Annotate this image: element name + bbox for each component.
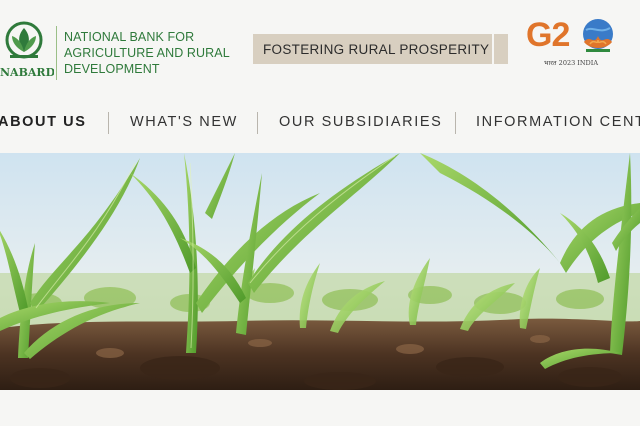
nav-item-about-us[interactable]: ABOUT US xyxy=(0,114,87,130)
nav-divider xyxy=(257,112,258,134)
page-body-strip xyxy=(0,390,640,426)
logo-wordmark: NABARD xyxy=(0,66,54,79)
hero-banner-image xyxy=(0,153,640,390)
g20-globe-lotus-icon xyxy=(583,19,613,52)
tagline-text: FOSTERING RURAL PROSPERITY xyxy=(263,41,490,57)
nav-item-whats-new[interactable]: WHAT'S NEW xyxy=(130,114,238,130)
org-name-line: DEVELOPMENT xyxy=(64,62,160,76)
site-header: NABARD NATIONAL BANK FOR AGRICULTURE AND… xyxy=(0,0,640,104)
nav-divider xyxy=(455,112,456,134)
g20-subtitle: भारत 2023 INDIA xyxy=(544,59,599,67)
tagline-tab xyxy=(492,34,508,64)
org-name: NATIONAL BANK FOR AGRICULTURE AND RURAL … xyxy=(64,29,234,77)
org-name-line: NATIONAL BANK FOR xyxy=(64,30,195,44)
logo-divider xyxy=(56,26,57,80)
g20-logo[interactable]: G2 भारत 2023 INDIA xyxy=(522,14,622,72)
nav-item-our-subsidiaries[interactable]: OUR SUBSIDIARIES xyxy=(279,114,442,130)
nav-item-information-centre[interactable]: INFORMATION CENTRE xyxy=(476,114,640,130)
g20-mark: G2 xyxy=(526,16,570,54)
nav-divider xyxy=(108,112,109,134)
main-nav: ABOUT US WHAT'S NEW OUR SUBSIDIARIES INF… xyxy=(0,104,640,142)
page: NABARD NATIONAL BANK FOR AGRICULTURE AND… xyxy=(0,0,640,426)
nabard-logo[interactable]: NABARD xyxy=(0,18,56,84)
tagline-banner: FOSTERING RURAL PROSPERITY xyxy=(253,34,504,64)
org-name-line: AGRICULTURE AND RURAL xyxy=(64,46,230,60)
